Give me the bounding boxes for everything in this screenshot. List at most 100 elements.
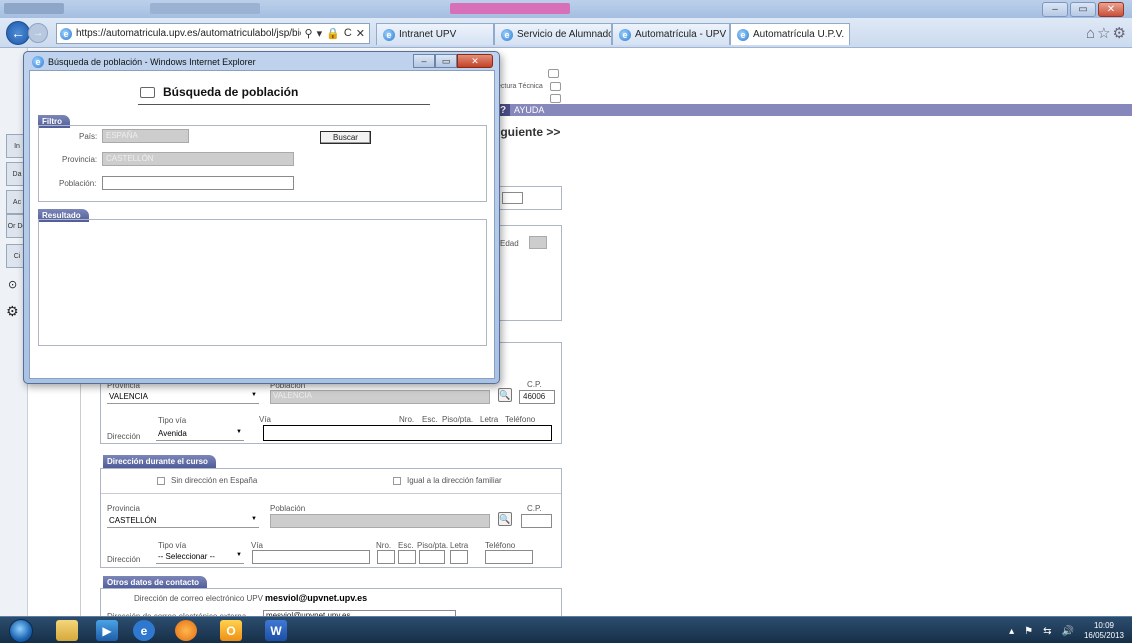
cp-label: C.P. (527, 504, 542, 513)
popup-minimize-button[interactable]: – (413, 54, 435, 68)
provincia-select[interactable]: VALENCIA ▼ (107, 390, 259, 404)
lock-icon[interactable]: 🔒 (326, 27, 340, 40)
word-icon[interactable]: W (265, 620, 287, 641)
via-label: Vía (251, 541, 264, 550)
edad-field[interactable] (529, 236, 547, 249)
internet-explorer-icon[interactable]: e (133, 620, 155, 641)
igual-familiar-checkbox[interactable]: Igual a la dirección familiar (393, 476, 502, 485)
start-button[interactable] (9, 619, 33, 643)
maximize-button[interactable]: ▭ (1070, 2, 1096, 17)
buscar-button[interactable]: Buscar (320, 131, 371, 144)
ayuda-link[interactable]: ? AYUDA (496, 104, 544, 116)
clock[interactable]: 10:09 16/05/2013 (1084, 621, 1124, 641)
via-field[interactable] (263, 425, 552, 441)
email-upv-label: Dirección de correo electrónico UPV (134, 594, 263, 603)
nro-field[interactable] (377, 550, 395, 564)
stop-icon[interactable]: ✕ (356, 27, 365, 40)
checkbox-icon (393, 476, 401, 485)
ie-tab-icon: e (501, 28, 513, 41)
cp-label: C.P. (527, 380, 542, 389)
tab-automatricula-upv[interactable]: e Automatrícula - UPV (612, 23, 730, 45)
back-button[interactable]: ← (6, 21, 30, 45)
address-url[interactable]: https://automatricula.upv.es/automatricu… (76, 28, 301, 39)
letra-field[interactable] (450, 550, 468, 564)
popup-maximize-button[interactable]: ▭ (435, 54, 457, 68)
media-player-icon[interactable]: ▶ (96, 620, 118, 641)
system-tray: ▴ ⚑ ⇆ 🔊 10:09 16/05/2013 (1009, 621, 1124, 641)
lock-lookup-icon[interactable]: 🔍 (498, 512, 512, 526)
text-field[interactable] (502, 192, 523, 204)
network-icon[interactable]: ⇆ (1043, 626, 1051, 637)
minimize-button[interactable]: – (1042, 2, 1068, 17)
address-tools: ⚲ ▾ 🔒 C ✕ (305, 27, 369, 40)
tab-automatricula-active[interactable]: e Automatrícula U.P.V. ✕ (730, 23, 850, 45)
folder-icon[interactable] (56, 620, 78, 641)
title-blur (4, 3, 64, 14)
busqueda-poblacion-window: e Búsqueda de población - Windows Intern… (23, 51, 500, 384)
pais-label: País: (79, 132, 98, 141)
close-window-button[interactable]: ✕ (1098, 2, 1124, 17)
telefono-label: Teléfono (485, 541, 516, 550)
esc-field[interactable] (398, 550, 416, 564)
via-field[interactable] (252, 550, 370, 564)
checkbox-icon (157, 476, 165, 485)
ayuda-label: AYUDA (514, 105, 545, 115)
refresh-icon[interactable]: C (344, 27, 352, 40)
popup-close-button[interactable]: ✕ (457, 54, 493, 68)
tipo-via-select[interactable]: -- Seleccionar -- ▼ (156, 550, 244, 564)
poblacion-label: Población: (59, 179, 97, 188)
email-upv-value: mesviol@upvnet.upv.es (265, 593, 368, 603)
igual-familiar-label: Igual a la dirección familiar (407, 476, 502, 485)
ie-window-icon: e (32, 56, 44, 68)
provincia-select[interactable]: CASTELLÓN ▼ (107, 514, 259, 528)
address-bar[interactable]: e https://automatricula.upv.es/automatri… (56, 23, 370, 44)
direccion-curso-box: Sin dirección en España Igual a la direc… (100, 468, 562, 568)
flag-icon[interactable]: ⚑ (1024, 626, 1033, 637)
outlook-icon[interactable]: O (220, 620, 242, 641)
tipo-via-value: Avenida (158, 429, 187, 438)
chevron-down-icon: ▼ (251, 392, 257, 398)
tipo-via-select[interactable]: Avenida ▼ (156, 427, 244, 441)
tab-intranet[interactable]: e Intranet UPV (376, 23, 494, 45)
piso-field[interactable] (419, 550, 445, 564)
lock-lookup-icon[interactable]: 🔍 (498, 388, 512, 402)
pais-field[interactable]: ESPAÑA (102, 129, 189, 143)
firefox-icon[interactable] (175, 620, 197, 641)
contacto-box: Dirección de correo electrónico UPV mesv… (100, 588, 562, 622)
forward-button[interactable]: → (28, 23, 48, 43)
cp-field[interactable]: 46006 (519, 390, 555, 404)
dropdown-icon[interactable]: ▾ (317, 27, 323, 40)
search-icon[interactable]: ⚲ (305, 27, 313, 40)
tab-label: Automatrícula - UPV (635, 29, 727, 40)
ie-tab-icon: e (383, 28, 395, 41)
arrow-right-icon: → (32, 27, 44, 39)
chevron-up-icon[interactable]: ▴ (1009, 626, 1014, 637)
clock-date: 16/05/2013 (1083, 631, 1124, 640)
popup-heading-text: Búsqueda de población (163, 85, 299, 99)
chevron-down-icon: ▼ (251, 516, 257, 522)
provincia-field[interactable]: CASTELLÓN (102, 152, 294, 166)
esc-label: Esc. (398, 541, 414, 550)
volume-icon[interactable]: 🔊 (1062, 626, 1074, 637)
provincia-label: Provincia: (62, 155, 98, 164)
provincia-value: VALENCIA (109, 392, 148, 401)
tab-label: Automatrícula U.P.V. (753, 29, 845, 40)
poblacion-field[interactable]: VALENCIA (270, 390, 490, 404)
option-box[interactable] (548, 69, 559, 78)
tab-label: Intranet UPV (399, 29, 457, 40)
letra-label: Letra (480, 415, 499, 424)
edad-label: Edad (500, 239, 519, 248)
cp-field[interactable] (521, 514, 552, 528)
popup-window-controls: – ▭ ✕ (413, 54, 493, 68)
browser-toolbar-icons[interactable]: ⌂☆⚙ (1086, 24, 1128, 42)
option-box[interactable] (550, 82, 561, 91)
poblacion-field[interactable] (270, 514, 490, 528)
circle-icon: ⊙ (8, 279, 18, 291)
telefono-field[interactable] (485, 550, 533, 564)
clock-time: 10:09 (1093, 621, 1114, 630)
tab-servicio-alumnado[interactable]: e Servicio de Alumnado: ... (494, 23, 612, 45)
sin-direccion-checkbox[interactable]: Sin dirección en España (157, 476, 257, 485)
poblacion-input[interactable] (102, 176, 294, 190)
option-box[interactable] (550, 94, 561, 103)
chevron-down-icon: ▼ (236, 429, 242, 435)
